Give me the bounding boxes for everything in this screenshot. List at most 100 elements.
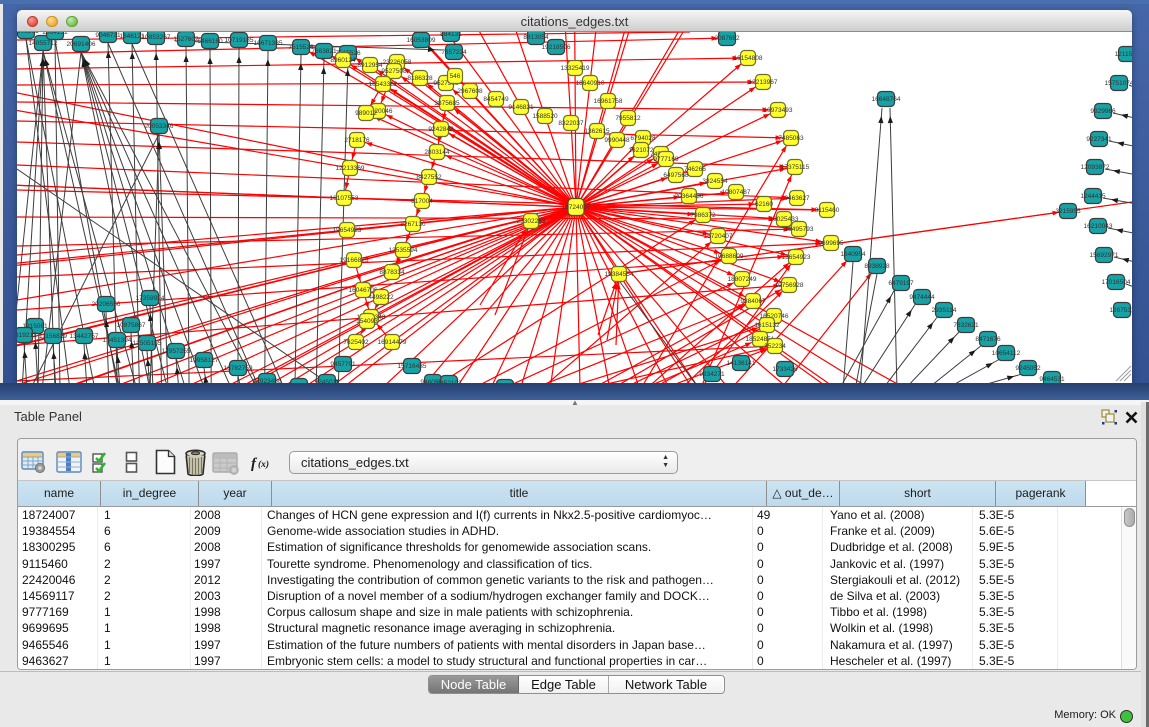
svg-text:14136141: 14136141	[727, 360, 756, 367]
svg-text:9464531: 9464531	[1039, 376, 1065, 383]
svg-text:9245052: 9245052	[1015, 365, 1041, 372]
svg-text:15720407: 15720407	[704, 233, 733, 240]
svg-text:3215955: 3215955	[1055, 208, 1081, 215]
svg-text:8471676: 8471676	[975, 336, 1001, 343]
svg-text:16671385: 16671385	[254, 40, 283, 47]
svg-text:16543382: 16543382	[369, 81, 398, 88]
svg-text:9046731: 9046731	[95, 32, 121, 39]
svg-text:7986372: 7986372	[690, 212, 716, 219]
svg-text:(x): (x)	[258, 459, 269, 470]
svg-text:19384554: 19384554	[605, 271, 634, 278]
svg-text:989012: 989012	[355, 110, 377, 117]
svg-text:6794028: 6794028	[630, 135, 656, 142]
svg-text:3824554: 3824554	[702, 178, 728, 185]
svg-text:10973493: 10973493	[764, 107, 793, 114]
svg-text:18640910: 18640910	[576, 80, 605, 87]
svg-text:11156829: 11156829	[39, 333, 67, 340]
svg-text:16914479: 16914479	[378, 339, 407, 346]
svg-text:10719185: 10719185	[225, 37, 254, 44]
svg-text:7663821: 7663821	[311, 48, 337, 55]
svg-text:17359924: 17359924	[136, 295, 165, 302]
svg-text:16648764: 16648764	[872, 96, 901, 103]
svg-text:154093: 154093	[356, 318, 378, 325]
svg-text:19218506: 19218506	[542, 44, 571, 51]
svg-text:252234: 252234	[764, 343, 786, 350]
svg-text:15751074: 15751074	[1105, 80, 1132, 87]
svg-text:13325419: 13325419	[561, 65, 590, 72]
svg-text:f: f	[251, 456, 258, 471]
svg-text:8267130: 8267130	[400, 221, 426, 228]
svg-text:7955812: 7955812	[615, 115, 641, 122]
svg-text:7857224: 7857224	[441, 49, 467, 56]
svg-text:6497568: 6497568	[663, 172, 689, 179]
svg-text:12505185: 12505185	[133, 340, 162, 347]
svg-text:2935114: 2935114	[932, 307, 957, 314]
svg-text:2064131: 2064131	[42, 32, 68, 36]
svg-text:884131: 884131	[440, 32, 462, 38]
svg-text:20206556: 20206556	[92, 301, 121, 308]
svg-text:10975867: 10975867	[117, 322, 146, 329]
svg-text:17957255: 17957255	[162, 348, 191, 355]
svg-text:1903561: 1903561	[17, 32, 39, 35]
svg-text:2803144: 2803144	[424, 149, 450, 156]
svg-text:9527508: 9527508	[381, 68, 407, 75]
svg-text:9777169: 9777169	[653, 156, 679, 163]
svg-text:16154808: 16154808	[734, 55, 763, 62]
svg-text:19654923: 19654923	[333, 227, 362, 234]
svg-text:13535594: 13535594	[389, 247, 418, 254]
svg-text:18724007: 18724007	[562, 204, 591, 211]
svg-text:9457791: 9457791	[330, 361, 356, 368]
svg-text:9990448: 9990448	[604, 137, 630, 144]
svg-text:1640954: 1640954	[840, 251, 866, 258]
svg-text:16961758: 16961758	[594, 98, 623, 105]
svg-text:2087682: 2087682	[714, 35, 740, 42]
svg-text:8322037: 8322037	[558, 120, 584, 127]
svg-text:8186328: 8186328	[407, 75, 433, 82]
svg-text:2718176: 2718176	[344, 137, 370, 144]
svg-text:10958127: 10958127	[190, 357, 219, 364]
svg-text:16782759: 16782759	[224, 365, 253, 372]
svg-text:817004: 817004	[411, 198, 433, 205]
svg-text:546: 546	[450, 73, 461, 80]
svg-text:16107553: 16107553	[330, 195, 359, 202]
svg-text:9242848: 9242848	[428, 126, 454, 133]
svg-text:18807249: 18807249	[728, 276, 757, 283]
svg-text:9699695: 9699695	[818, 240, 844, 247]
svg-text:6466160: 6466160	[197, 38, 223, 45]
svg-text:10853267: 10853267	[142, 34, 171, 41]
svg-text:1588520: 1588520	[532, 113, 558, 120]
svg-text:12213369: 12213369	[336, 165, 365, 172]
svg-text:8960124: 8960124	[330, 57, 356, 64]
svg-text:1211503: 1211503	[1115, 51, 1132, 58]
svg-text:13451394: 13451394	[103, 337, 132, 344]
svg-text:20364436: 20364436	[675, 193, 704, 200]
svg-text:6479197: 6479197	[888, 280, 914, 287]
svg-text:1244415: 1244415	[1080, 193, 1106, 200]
svg-text:9115460: 9115460	[815, 207, 840, 214]
svg-text:8813054: 8813054	[523, 34, 549, 41]
svg-text:7632621: 7632621	[953, 322, 979, 329]
svg-text:8912954: 8912954	[357, 62, 383, 69]
svg-text:8427552: 8427552	[416, 174, 442, 181]
svg-text:9146821: 9146821	[508, 104, 534, 111]
svg-text:3875685: 3875685	[434, 100, 460, 107]
svg-text:13442757: 13442757	[70, 333, 99, 340]
svg-text:62160: 62160	[755, 201, 773, 208]
svg-text:3319212: 3319212	[17, 332, 37, 339]
svg-text:1362615: 1362615	[584, 128, 610, 135]
svg-text:10654112: 10654112	[992, 350, 1021, 357]
svg-text:1733426: 1733426	[772, 366, 798, 373]
svg-text:17375115: 17375115	[781, 164, 810, 171]
svg-text:4498222: 4498222	[368, 294, 394, 301]
svg-text:17016504: 17016504	[1102, 279, 1131, 286]
svg-text:16053809: 16053809	[407, 37, 436, 44]
svg-text:9334271: 9334271	[699, 371, 725, 378]
svg-text:15716485: 15716485	[398, 363, 427, 370]
svg-text:19166825: 19166825	[340, 257, 369, 264]
svg-text:15692971: 15692971	[1090, 252, 1119, 259]
svg-text:19756928: 19756928	[775, 282, 804, 289]
svg-text:10807487: 10807487	[722, 189, 751, 196]
svg-text:8878334: 8878334	[379, 269, 405, 276]
svg-text:16210043: 16210043	[1084, 223, 1113, 230]
svg-text:10688609: 10688609	[715, 253, 744, 260]
